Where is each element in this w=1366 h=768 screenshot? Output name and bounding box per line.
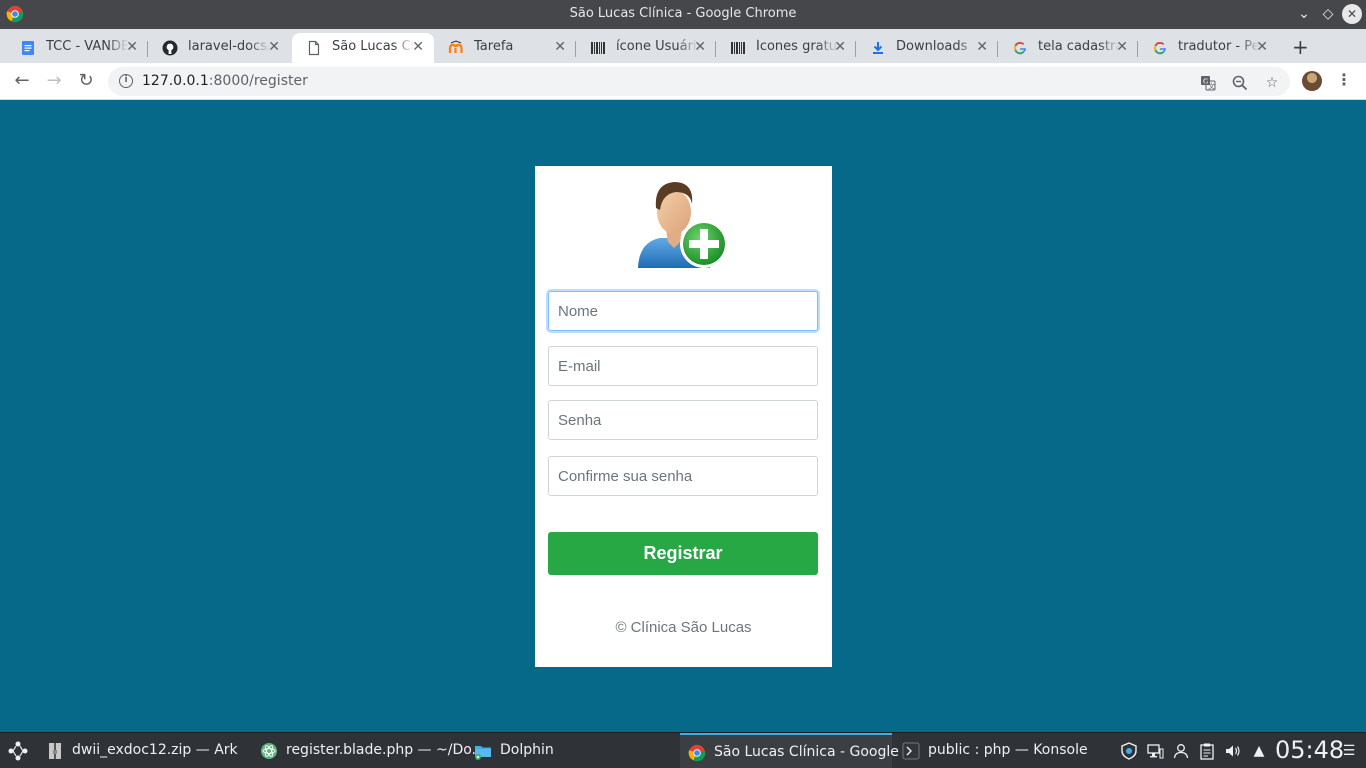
ark-archive-icon (49, 743, 61, 759)
password-input[interactable] (548, 400, 818, 440)
task-label: São Lucas Clínica - Google ... (714, 744, 917, 760)
google-docs-icon (22, 41, 34, 55)
moodle-icon (448, 40, 463, 53)
tab-close-icon[interactable]: ✕ (126, 39, 138, 55)
tab-label: São Lucas Clí (332, 39, 414, 54)
translate-icon[interactable]: G文 (1200, 75, 1216, 91)
barcode-site-icon (731, 42, 745, 54)
tab-label: TCC - VANDE (46, 39, 128, 54)
tab-label: tela cadastra (1038, 39, 1120, 54)
tab-label: tradutor - Pe (1178, 39, 1260, 54)
confirm-password-input[interactable] (548, 456, 818, 496)
footer-copyright: © Clínica São Lucas (615, 619, 752, 636)
terminal-icon (902, 742, 920, 760)
tab-close-icon[interactable]: ✕ (834, 39, 846, 55)
page-icon (308, 40, 320, 56)
register-button[interactable]: Registrar (548, 532, 818, 575)
volume-icon[interactable] (1224, 742, 1242, 760)
tab-icones-gratuitos[interactable]: Ícones gratu ✕ (716, 33, 856, 63)
name-input[interactable] (548, 291, 818, 331)
profile-avatar[interactable] (1302, 71, 1322, 91)
tray-expand-icon[interactable]: ▲ (1250, 742, 1268, 760)
task-atom[interactable]: register.blade.php — ~/Do... (252, 733, 485, 768)
window-title: São Lucas Clínica - Google Chrome (569, 6, 797, 21)
barcode-site-icon (591, 42, 605, 54)
task-label: dwii_exdoc12.zip — Ark (72, 742, 238, 758)
task-label: Dolphin (500, 742, 554, 758)
close-window-button[interactable]: ✕ (1342, 4, 1362, 24)
chrome-icon (688, 744, 706, 762)
network-icon[interactable] (1146, 742, 1164, 760)
tab-close-icon[interactable]: ✕ (694, 39, 706, 55)
task-chrome[interactable]: São Lucas Clínica - Google ... (680, 733, 917, 768)
task-label: public : php — Konsole (928, 742, 1088, 758)
tab-close-icon[interactable]: ✕ (976, 39, 988, 55)
tab-label: ícone Usuári (616, 39, 697, 54)
svg-text:文: 文 (1208, 82, 1215, 91)
tab-close-icon[interactable]: ✕ (412, 39, 424, 55)
tab-icone-usuario[interactable]: ícone Usuári ✕ (576, 33, 716, 63)
folder-icon (475, 746, 491, 760)
google-icon (1013, 41, 1026, 55)
github-icon (162, 40, 178, 56)
reload-icon[interactable]: ↻ (76, 71, 96, 91)
tab-strip: TCC - VANDE ✕ laravel-docs/ ✕ São Lucas … (0, 29, 1366, 63)
google-icon (1153, 41, 1166, 55)
register-card: Registrar © Clínica São Lucas (535, 166, 832, 667)
tab-sao-lucas[interactable]: São Lucas Clí ✕ (292, 33, 434, 63)
download-icon (873, 42, 883, 54)
task-ark[interactable]: dwii_exdoc12.zip — Ark (38, 733, 248, 768)
address-bar[interactable]: i 127.0.0.1:8000/register G文 ☆ (108, 67, 1290, 96)
user-switcher-icon[interactable] (1172, 742, 1190, 760)
maximize-button[interactable]: ◇ (1318, 4, 1338, 24)
window-title-bar: São Lucas Clínica - Google Chrome ⌄ ◇ ✕ (0, 0, 1366, 29)
tab-tcc[interactable]: TCC - VANDE ✕ (6, 33, 148, 63)
application-launcher-icon[interactable] (6, 739, 30, 763)
tab-close-icon[interactable]: ✕ (554, 39, 566, 55)
tab-downloads[interactable]: Downloads ✕ (856, 33, 998, 63)
taskbar: dwii_exdoc12.zip — Ark register.blade.ph… (0, 732, 1366, 768)
tab-tela-cadastro[interactable]: tela cadastra ✕ (998, 33, 1138, 63)
chrome-menu-icon[interactable]: ⋮ (1336, 70, 1352, 89)
tab-laravel-docs[interactable]: laravel-docs/ ✕ (148, 33, 290, 63)
task-dolphin[interactable]: Dolphin (466, 733, 676, 768)
tab-label: laravel-docs/ (188, 39, 270, 54)
atom-editor-icon (261, 743, 277, 759)
clock[interactable]: 05:48 (1275, 736, 1344, 764)
tab-close-icon[interactable]: ✕ (1116, 39, 1128, 55)
tab-close-icon[interactable]: ✕ (1256, 39, 1268, 55)
browser-toolbar: ← → ↻ i 127.0.0.1:8000/register G文 ☆ ⋮ (0, 63, 1366, 100)
task-label: register.blade.php — ~/Do... (286, 742, 485, 758)
tab-close-icon[interactable]: ✕ (268, 39, 280, 55)
tab-label: Downloads (896, 39, 968, 54)
zoom-icon[interactable] (1232, 75, 1248, 91)
clipboard-icon[interactable] (1198, 742, 1216, 760)
panel-menu-icon[interactable]: ☰ (1340, 742, 1358, 760)
add-user-icon (638, 182, 728, 268)
minimize-button[interactable]: ⌄ (1294, 4, 1314, 24)
email-input[interactable] (548, 346, 818, 386)
bookmark-star-icon[interactable]: ☆ (1264, 75, 1280, 91)
tab-tradutor[interactable]: tradutor - Pe ✕ (1138, 33, 1278, 63)
tab-label: Ícones gratu (756, 39, 837, 54)
forward-arrow-icon[interactable]: → (44, 71, 64, 91)
site-info-icon[interactable]: i (119, 74, 133, 88)
new-tab-button[interactable]: + (1292, 35, 1309, 59)
url-text[interactable]: 127.0.0.1:8000/register (142, 73, 308, 89)
back-arrow-icon[interactable]: ← (12, 71, 32, 91)
shield-icon[interactable] (1120, 742, 1138, 760)
task-konsole[interactable]: public : php — Konsole (894, 733, 1104, 768)
tab-tarefa[interactable]: Tarefa ✕ (434, 33, 576, 63)
tab-label: Tarefa (474, 39, 514, 54)
